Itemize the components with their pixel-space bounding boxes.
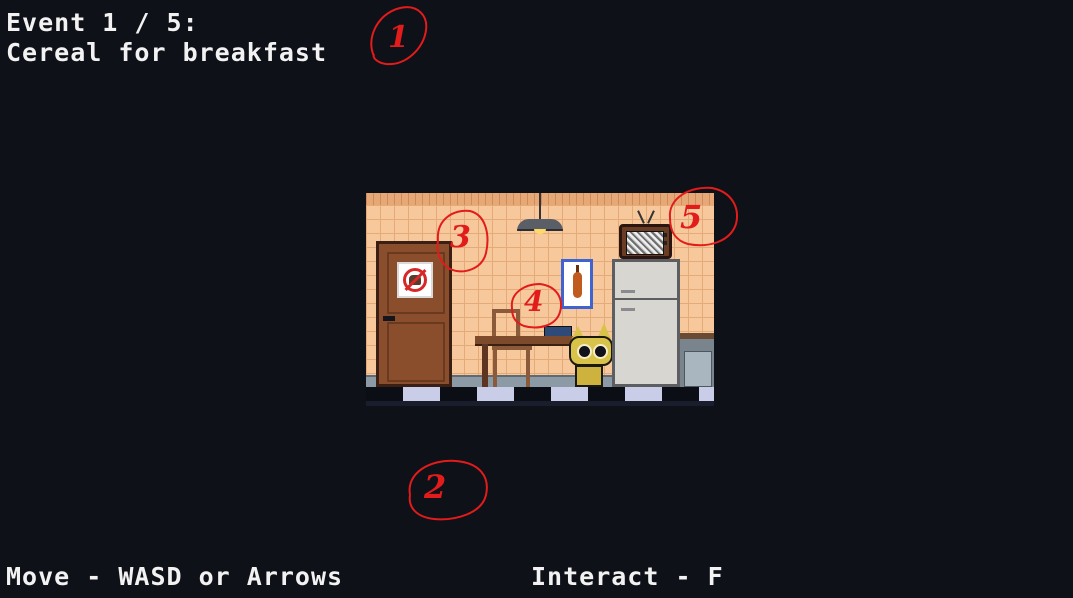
tv-static-screen	[626, 231, 664, 255]
event-title: Cereal for breakfast	[6, 38, 328, 67]
move-controls-hint: Move - WASD or Arrows	[6, 562, 344, 591]
annotation-number-1: 1	[388, 20, 409, 55]
annotation-number-2: 2	[424, 468, 447, 506]
checkered-floor	[366, 387, 714, 406]
fridge-divider	[615, 298, 677, 300]
kitchen-counter[interactable]	[680, 333, 714, 387]
annotation-number-5: 5	[680, 198, 703, 236]
annotation-number-3: 3	[450, 220, 471, 255]
interact-controls-hint: Interact - F	[531, 562, 724, 591]
annotation-number-4: 4	[524, 285, 544, 318]
fridge-handle	[621, 290, 635, 293]
fridge[interactable]	[612, 259, 680, 387]
cat-eye-left	[577, 344, 592, 359]
lamp-cord	[539, 193, 541, 221]
cat-body	[575, 365, 603, 387]
event-counter: Event 1 / 5:	[6, 8, 199, 37]
counter-cabinet	[684, 351, 712, 387]
chair-leg	[526, 350, 530, 387]
door-panel-bottom	[387, 322, 445, 382]
no-pets-sign-icon[interactable]	[397, 262, 433, 298]
door-handle[interactable]	[383, 316, 395, 321]
table-leg	[482, 344, 488, 387]
cat-player-icon[interactable]	[569, 336, 613, 366]
fridge-handle	[621, 308, 635, 311]
cat-eye-right	[593, 344, 608, 359]
violin-icon	[573, 272, 582, 298]
chair-leg	[493, 350, 497, 387]
